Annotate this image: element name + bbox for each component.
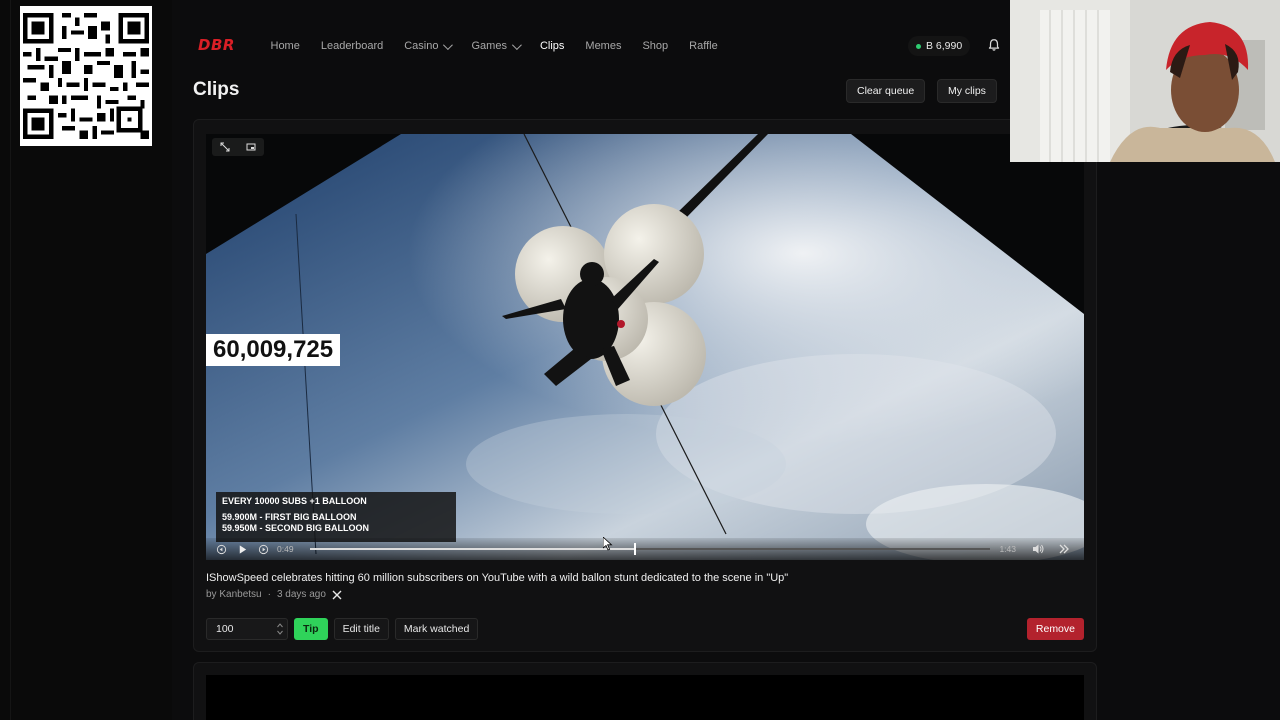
clip-title: IShowSpeed celebrates hitting 60 million… — [206, 572, 789, 584]
tip-amount-input[interactable]: 100 — [206, 618, 288, 640]
picture-in-picture-icon[interactable] — [246, 142, 256, 152]
nav-home[interactable]: Home — [260, 40, 310, 52]
balance-badge[interactable]: B 6,990 — [908, 36, 971, 56]
overlay-line: EVERY 10000 SUBS +1 BALLOON — [222, 496, 367, 506]
video-top-controls — [212, 138, 264, 156]
webcam-overlay — [1010, 0, 1280, 162]
clip-meta: by Kanbetsu · 3 days ago — [206, 589, 342, 600]
nav-clips-label: Clips — [539, 40, 565, 52]
rewind-icon[interactable] — [216, 544, 227, 555]
panel-divider — [10, 0, 11, 720]
online-dot-icon — [916, 43, 921, 49]
remove-button[interactable]: Remove — [1026, 618, 1084, 640]
mouse-cursor-icon — [603, 537, 613, 551]
current-time: 0:49 — [277, 544, 294, 554]
nav-games[interactable]: Games — [461, 39, 529, 52]
seek-bar-thumb[interactable] — [633, 543, 636, 555]
seek-bar-progress — [310, 548, 634, 550]
video-player[interactable]: 60,009,725 EVERY 10000 SUBS +1 BALLOON 5… — [206, 134, 1084, 560]
qr-code — [20, 6, 152, 146]
balance-value: B 6,990 — [926, 40, 963, 52]
top-navbar: DBR Home Leaderboard Casino Games Clips … — [172, 24, 1010, 68]
duration-time: 1:43 — [999, 544, 1016, 554]
nav-shop[interactable]: Shop — [632, 40, 679, 52]
clear-queue-button[interactable]: Clear queue — [846, 79, 926, 103]
main-nav: Home Leaderboard Casino Games Clips Meme… — [260, 39, 729, 52]
site-logo[interactable]: DBR — [198, 36, 238, 56]
left-overlay-panel — [0, 0, 172, 720]
volume-icon[interactable] — [1032, 543, 1044, 555]
nav-games-label: Games — [471, 40, 507, 52]
x-logo-icon[interactable] — [332, 590, 342, 600]
nav-home-label: Home — [270, 40, 300, 52]
app-root: DBR Home Leaderboard Casino Games Clips … — [0, 0, 1280, 720]
tip-amount-value: 100 — [216, 623, 234, 635]
page-title: Clips — [193, 79, 240, 100]
clip-age: 3 days ago — [276, 589, 326, 600]
nav-leaderboard[interactable]: Leaderboard — [310, 40, 393, 52]
forward-icon[interactable] — [258, 544, 269, 555]
skip-forward-icon[interactable] — [1058, 543, 1070, 555]
subscriber-counter-overlay: 60,009,725 — [206, 334, 341, 366]
edit-title-button[interactable]: Edit title — [333, 618, 389, 640]
overlay-line: 59.950M - SECOND BIG BALLOON — [222, 523, 370, 533]
my-clips-button[interactable]: My clips — [937, 79, 997, 103]
video-controls: 0:49 1:43 — [206, 538, 1084, 560]
nav-casino-label: Casino — [404, 40, 439, 52]
clip-card: 60,009,725 EVERY 10000 SUBS +1 BALLOON 5… — [193, 119, 1097, 652]
expand-icon[interactable] — [220, 142, 230, 152]
nav-memes[interactable]: Memes — [575, 40, 632, 52]
seek-bar[interactable] — [310, 543, 990, 555]
mark-watched-button[interactable]: Mark watched — [394, 618, 479, 640]
nav-memes-label: Memes — [585, 40, 622, 52]
next-clip-card — [193, 662, 1097, 720]
nav-casino[interactable]: Casino — [394, 39, 461, 52]
bell-icon[interactable] — [987, 38, 1001, 52]
nav-leaderboard-label: Leaderboard — [320, 40, 384, 52]
nav-raffle-label: Raffle — [689, 40, 718, 52]
nav-shop-label: Shop — [642, 40, 669, 52]
next-video-player[interactable] — [206, 675, 1084, 720]
play-icon[interactable] — [237, 544, 248, 555]
chevron-down-icon — [511, 39, 522, 50]
chevron-down-icon — [443, 39, 454, 50]
overlay-line: 59.900M - FIRST BIG BALLOON — [222, 512, 357, 522]
clip-actions: 100 Tip Edit title Mark watched — [206, 618, 479, 640]
balloon-info-overlay: EVERY 10000 SUBS +1 BALLOON 59.900M - FI… — [216, 492, 456, 542]
meta-separator: · — [267, 589, 271, 600]
webcam-frame — [1010, 0, 1280, 162]
clip-author[interactable]: by Kanbetsu — [206, 589, 262, 600]
stepper-arrows-icon[interactable] — [276, 621, 284, 637]
nav-clips[interactable]: Clips — [529, 40, 574, 52]
nav-raffle[interactable]: Raffle — [679, 40, 729, 52]
tip-button[interactable]: Tip — [294, 618, 328, 640]
